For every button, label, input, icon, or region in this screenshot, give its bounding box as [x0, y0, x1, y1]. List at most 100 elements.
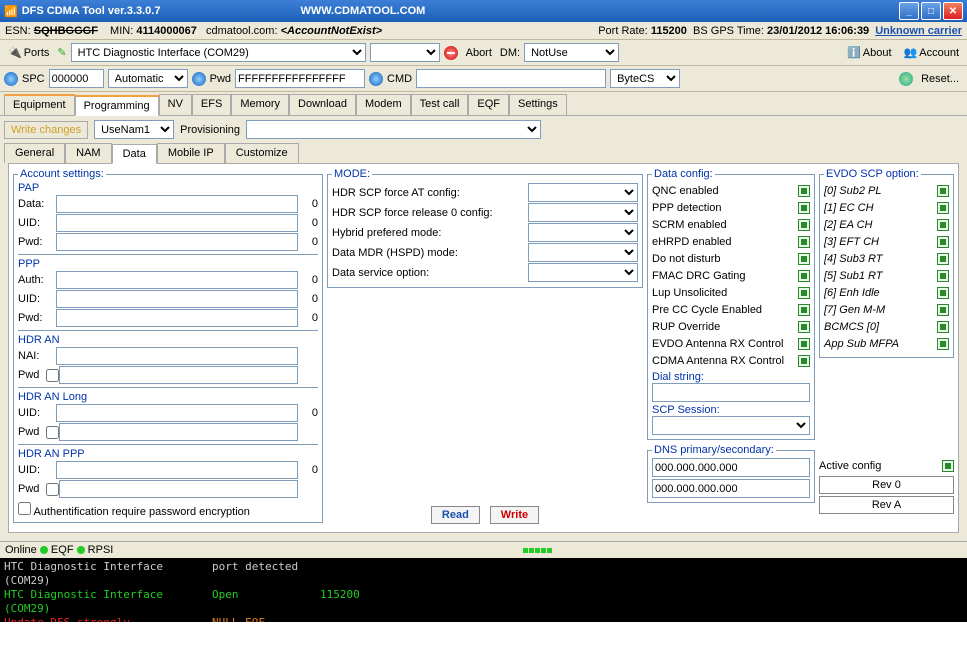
play-icon-2[interactable]	[192, 72, 206, 86]
tab-eqf[interactable]: EQF	[468, 94, 509, 115]
pap-title: PAP	[18, 182, 318, 194]
tab-programming[interactable]: Programming	[75, 95, 159, 116]
hdran-nai-input[interactable]	[56, 347, 298, 365]
mode-combo-1[interactable]	[528, 203, 638, 222]
tab-equipment[interactable]: Equipment	[4, 94, 75, 115]
data-config-item: EVDO Antenna RX Control	[652, 338, 796, 350]
rev0-button[interactable]: Rev 0	[819, 476, 954, 494]
spc-mode-combo[interactable]: Automatic	[108, 69, 188, 88]
dns-primary-input[interactable]	[652, 458, 810, 477]
subtab-general[interactable]: General	[4, 143, 65, 163]
scp-session-combo[interactable]	[652, 416, 810, 435]
hdranlong-title: HDR AN Long	[18, 391, 318, 403]
play-icon-3[interactable]	[369, 72, 383, 86]
minimize-button[interactable]: _	[899, 2, 919, 20]
evdo-check[interactable]	[937, 202, 949, 214]
pwd-input[interactable]	[235, 69, 365, 88]
pap-uid-input[interactable]	[56, 214, 298, 232]
pap-pwd-input[interactable]	[56, 233, 298, 251]
mode-column: MODE: HDR SCP force AT config: HDR SCP f…	[327, 168, 643, 528]
gps-time: 23/01/2012 16:06:39	[767, 25, 869, 37]
data-config-check[interactable]	[798, 304, 810, 316]
hdranlong-uid-input[interactable]	[56, 404, 298, 422]
mode-combo-2[interactable]	[528, 223, 638, 242]
close-button[interactable]: ✕	[943, 2, 963, 20]
dns-secondary-input[interactable]	[652, 479, 810, 498]
dm-combo[interactable]: NotUse	[524, 43, 619, 62]
tab-efs[interactable]: EFS	[192, 94, 231, 115]
data-config-check[interactable]	[798, 355, 810, 367]
data-config-check[interactable]	[798, 253, 810, 265]
title-bar: 📶 DFS CDMA Tool ver.3.3.0.7 WWW.CDMATOOL…	[0, 0, 967, 22]
content-panel: Account settings: PAP Data:0 UID:0 Pwd:0…	[8, 163, 959, 533]
evdo-check[interactable]	[937, 321, 949, 333]
toolbar-commands: SPC Automatic Pwd CMD ByteCS Reset...	[0, 66, 967, 92]
hdranlong-pwd-input[interactable]	[59, 423, 298, 441]
abort-button[interactable]: Abort	[462, 45, 496, 61]
provisioning-combo[interactable]	[246, 120, 541, 139]
evdo-check[interactable]	[937, 219, 949, 231]
data-config-check[interactable]	[798, 202, 810, 214]
mode-combo-3[interactable]	[528, 243, 638, 262]
evdo-check[interactable]	[937, 338, 949, 350]
ports-button[interactable]: 🔌 Ports	[4, 44, 53, 61]
about-button[interactable]: ℹ️ About	[843, 44, 895, 61]
spc-input[interactable]	[49, 69, 104, 88]
auth-encrypt-check[interactable]	[18, 502, 31, 515]
tab-nv[interactable]: NV	[159, 94, 192, 115]
hdranlong-pwd-check[interactable]	[46, 426, 59, 439]
nam-combo[interactable]: UseNam1	[94, 120, 174, 139]
evdo-item: [5] Sub1 RT	[824, 270, 935, 282]
evdo-check[interactable]	[937, 236, 949, 248]
carrier-link[interactable]: Unknown carrier	[875, 25, 962, 37]
data-config-check[interactable]	[798, 219, 810, 231]
hdran-pwd-check[interactable]	[46, 369, 59, 382]
play-icon[interactable]	[4, 72, 18, 86]
tab-testcall[interactable]: Test call	[411, 94, 469, 115]
data-config-check[interactable]	[798, 236, 810, 248]
evdo-check[interactable]	[937, 287, 949, 299]
write-changes-button[interactable]: Write changes	[4, 121, 88, 139]
data-config-check[interactable]	[798, 185, 810, 197]
subtab-data[interactable]: Data	[112, 144, 157, 164]
tab-settings[interactable]: Settings	[509, 94, 567, 115]
read-button[interactable]: Read	[431, 506, 480, 524]
write-button[interactable]: Write	[490, 506, 539, 524]
data-config-check[interactable]	[798, 321, 810, 333]
port-combo[interactable]: HTC Diagnostic Interface (COM29)	[71, 43, 366, 62]
evdo-item: [4] Sub3 RT	[824, 253, 935, 265]
revA-button[interactable]: Rev A	[819, 496, 954, 514]
mode-combo-4[interactable]	[528, 263, 638, 282]
hdranppp-pwd-input[interactable]	[59, 480, 298, 498]
active-config-check[interactable]	[942, 460, 954, 472]
evdo-check[interactable]	[937, 185, 949, 197]
hdranppp-uid-input[interactable]	[56, 461, 298, 479]
evdo-check[interactable]	[937, 270, 949, 282]
ppp-uid-input[interactable]	[56, 290, 298, 308]
tab-modem[interactable]: Modem	[356, 94, 411, 115]
subtab-customize[interactable]: Customize	[225, 143, 299, 163]
dial-string-input[interactable]	[652, 383, 810, 402]
subtab-mobileip[interactable]: Mobile IP	[157, 143, 225, 163]
bytecs-combo[interactable]: ByteCS	[610, 69, 680, 88]
tab-memory[interactable]: Memory	[231, 94, 289, 115]
reset-button[interactable]: Reset...	[917, 71, 963, 87]
ppp-pwd-input[interactable]	[56, 309, 298, 327]
data-config-check[interactable]	[798, 338, 810, 350]
tab-download[interactable]: Download	[289, 94, 356, 115]
data-config-check[interactable]	[798, 270, 810, 282]
hdran-pwd-input[interactable]	[59, 366, 298, 384]
evdo-check[interactable]	[937, 253, 949, 265]
hdranppp-pwd-check[interactable]	[46, 483, 59, 496]
data-config-check[interactable]	[798, 287, 810, 299]
account-button[interactable]: 👥 Account	[900, 44, 963, 61]
subtab-nam[interactable]: NAM	[65, 143, 111, 163]
status-bar: Online EQF RPSI	[0, 541, 967, 558]
pap-data-input[interactable]	[56, 195, 298, 213]
mode-combo-0[interactable]	[528, 183, 638, 202]
port-aux-combo[interactable]	[370, 43, 440, 62]
cmd-input[interactable]	[416, 69, 606, 88]
evdo-check[interactable]	[937, 304, 949, 316]
maximize-button[interactable]: □	[921, 2, 941, 20]
ppp-auth-input[interactable]	[56, 271, 298, 289]
